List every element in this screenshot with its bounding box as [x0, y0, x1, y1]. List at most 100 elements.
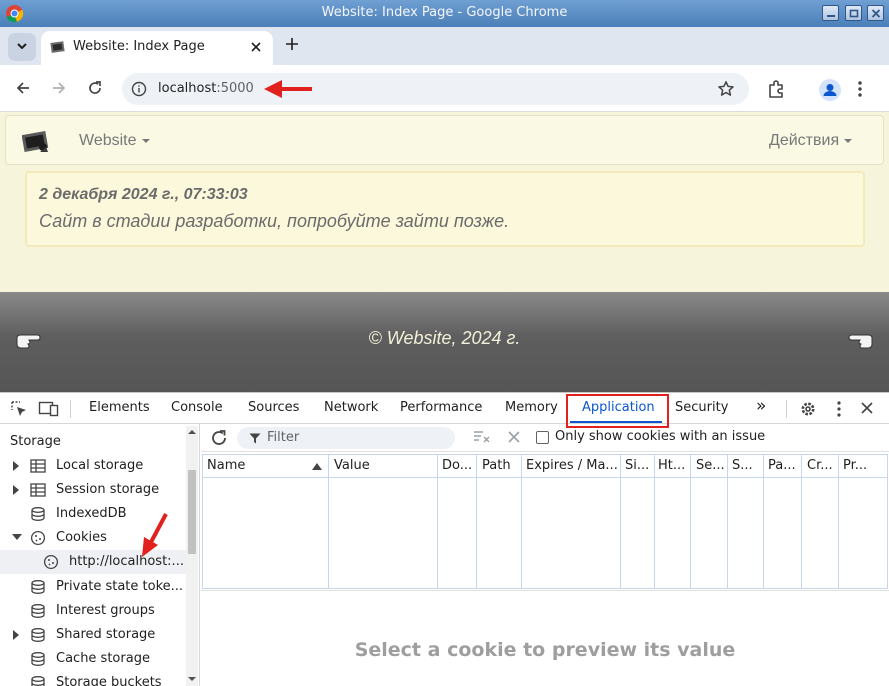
column-header-expires[interactable]: Expires / Ma...	[526, 458, 620, 473]
bookmark-star-icon[interactable]	[717, 80, 735, 98]
cookie-preview-pane: Select a cookie to preview its value	[201, 590, 889, 686]
sidebar-item-shared-storage[interactable]: Shared storage	[0, 623, 186, 647]
extensions-puzzle-icon[interactable]	[766, 79, 786, 99]
empty-preview-message: Select a cookie to preview its value	[354, 639, 736, 661]
database-icon	[31, 604, 45, 618]
column-divider[interactable]	[801, 455, 802, 588]
column-divider[interactable]	[763, 455, 764, 588]
window-titlebar: Website: Index Page - Google Chrome	[0, 0, 889, 27]
page-viewport: Website Действия 2 декабря 2024 г., 07:3…	[0, 112, 889, 392]
actions-menu[interactable]: Действия	[769, 132, 853, 150]
clear-filtered-icon[interactable]	[473, 430, 491, 444]
delete-icon[interactable]	[508, 431, 520, 443]
expand-triangle-icon[interactable]	[12, 630, 20, 640]
reload-icon[interactable]	[87, 80, 103, 96]
pointing-hand-left-icon[interactable]	[848, 330, 874, 352]
sidebar-item-label: IndexedDB	[56, 506, 127, 521]
website-menu-label: Website	[79, 132, 137, 149]
scrollbar-thumb[interactable]	[188, 470, 196, 554]
column-header-partition-key[interactable]: Pa...	[768, 458, 800, 473]
scroll-up-arrow-icon[interactable]	[188, 429, 196, 435]
tab-network[interactable]: Network	[324, 400, 378, 415]
sidebar-item-label: Shared storage	[56, 627, 156, 642]
only-issues-checkbox[interactable]	[536, 431, 549, 444]
device-toolbar-icon[interactable]	[38, 400, 60, 418]
column-divider[interactable]	[690, 455, 691, 588]
tab-console[interactable]: Console	[171, 400, 223, 415]
more-tabs-button[interactable]: »	[756, 396, 766, 416]
site-navbar: Website Действия	[5, 115, 884, 165]
back-arrow-icon[interactable]	[15, 80, 31, 96]
maximize-button[interactable]	[845, 5, 862, 21]
site-footer: © Website, 2024 г.	[0, 292, 889, 392]
column-header-httponly[interactable]: Ht...	[658, 458, 690, 473]
column-divider[interactable]	[521, 455, 522, 588]
expand-triangle-icon[interactable]	[12, 485, 20, 495]
minimize-button[interactable]	[822, 5, 839, 21]
column-header-value[interactable]: Value	[334, 458, 434, 473]
address-bar[interactable]: localhost:5000	[122, 73, 749, 105]
devtools-menu-icon[interactable]	[836, 400, 842, 418]
column-header-priority[interactable]: Pr...	[843, 458, 883, 473]
close-devtools-icon[interactable]	[859, 400, 875, 416]
filter-funnel-icon	[249, 433, 261, 444]
only-issues-label[interactable]: Only show cookies with an issue	[555, 429, 765, 444]
filter-placeholder: Filter	[267, 430, 300, 445]
sidebar-item-storage-buckets[interactable]: Storage buckets	[0, 671, 186, 686]
sidebar-scrollbar[interactable]	[186, 426, 198, 686]
tab-security[interactable]: Security	[675, 400, 728, 415]
refresh-icon[interactable]	[210, 429, 228, 447]
column-header-size[interactable]: Si...	[625, 458, 653, 473]
tab-close-icon[interactable]	[249, 40, 263, 54]
column-divider[interactable]	[437, 455, 438, 588]
url-text[interactable]: localhost:5000	[158, 81, 254, 96]
tab-performance[interactable]: Performance	[400, 400, 482, 415]
column-header-path[interactable]: Path	[482, 458, 522, 473]
close-window-button[interactable]	[867, 5, 884, 21]
sidebar-item-private-state-tokens[interactable]: Private state toke...	[0, 575, 186, 599]
tab-search-button[interactable]	[8, 33, 36, 61]
column-divider[interactable]	[328, 455, 329, 588]
column-divider[interactable]	[476, 455, 477, 588]
site-info-icon[interactable]	[131, 81, 147, 97]
filter-input[interactable]: Filter	[237, 427, 455, 449]
column-divider[interactable]	[654, 455, 655, 588]
column-header-name[interactable]: Name	[207, 458, 307, 473]
sort-ascending-icon[interactable]	[312, 463, 322, 470]
column-header-samesite[interactable]: S...	[732, 458, 760, 473]
sidebar-item-session-storage[interactable]: Session storage	[0, 478, 186, 502]
site-logo-icon[interactable]	[22, 130, 50, 154]
browser-toolbar: localhost:5000	[0, 65, 889, 112]
collapse-triangle-icon[interactable]	[12, 533, 22, 541]
settings-gear-icon[interactable]	[799, 400, 817, 418]
sidebar-item-local-storage[interactable]: Local storage	[0, 454, 186, 478]
forward-arrow-icon[interactable]	[51, 80, 67, 96]
website-menu[interactable]: Website	[79, 132, 150, 150]
profile-avatar[interactable]	[819, 79, 841, 101]
sidebar-item-label: Interest groups	[56, 603, 155, 618]
sidebar-item-label: Storage buckets	[56, 675, 162, 686]
annotation-arrow-url	[264, 80, 312, 98]
sidebar-item-label: Cookies	[56, 530, 107, 545]
sidebar-item-interest-groups[interactable]: Interest groups	[0, 599, 186, 623]
column-divider[interactable]	[727, 455, 728, 588]
annotation-highlight-box	[566, 394, 669, 428]
sidebar-item-cache-storage[interactable]: Cache storage	[0, 647, 186, 671]
column-header-cross-site[interactable]: Cr...	[807, 458, 839, 473]
column-divider[interactable]	[620, 455, 621, 588]
sidebar-item-label: Local storage	[56, 458, 144, 473]
actions-menu-label: Действия	[769, 132, 840, 149]
maximize-icon	[849, 9, 859, 18]
column-header-secure[interactable]: Se...	[696, 458, 726, 473]
tab-sources[interactable]: Sources	[248, 400, 299, 415]
tab-memory[interactable]: Memory	[505, 400, 558, 415]
inspect-element-icon[interactable]	[10, 400, 28, 418]
browser-tab[interactable]: Website: Index Page	[41, 31, 273, 65]
column-header-domain[interactable]: Do...	[442, 458, 476, 473]
expand-triangle-icon[interactable]	[12, 461, 20, 471]
chrome-menu-icon[interactable]	[857, 80, 863, 98]
column-divider[interactable]	[838, 455, 839, 588]
scroll-down-arrow-icon[interactable]	[188, 676, 196, 682]
tab-elements[interactable]: Elements	[89, 400, 150, 415]
new-tab-icon[interactable]	[284, 36, 300, 52]
